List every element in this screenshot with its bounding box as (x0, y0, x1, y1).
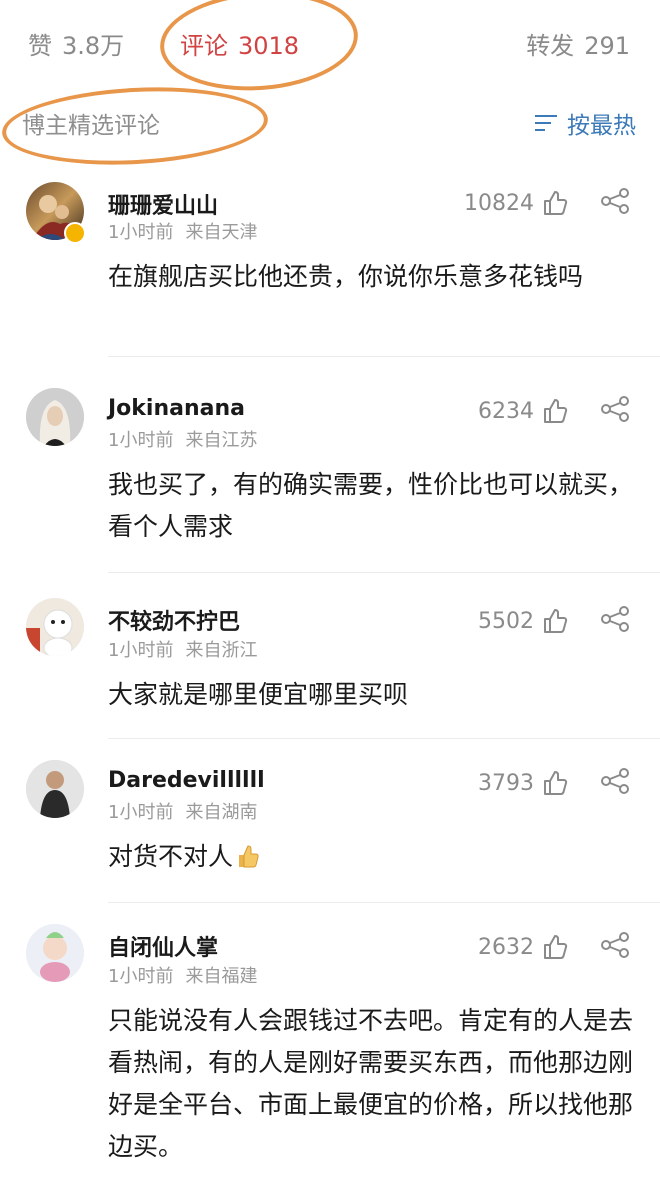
thumbs-up-icon (544, 191, 568, 215)
avatar[interactable] (26, 598, 84, 656)
thumbs-up-icon (544, 771, 568, 795)
share-icon[interactable] (600, 396, 630, 422)
comment-username[interactable]: 自闭仙人掌 (108, 930, 218, 962)
filter-bar: 博主精选评论 按最热 (0, 88, 660, 154)
sort-label: 按最热 (567, 113, 636, 139)
comment-meta: 1小时前 来自湖南 (108, 798, 257, 824)
tab-likes-count: 3.8万 (62, 32, 125, 60)
comment-body: 对货不对人 (108, 836, 638, 878)
tab-comments-label: 评论 (180, 32, 228, 60)
thumbs-up-emoji-icon (239, 845, 259, 868)
avatar[interactable] (26, 760, 84, 818)
comment-text: 对货不对人 (108, 842, 234, 871)
like-count: 3793 (478, 770, 534, 796)
comment-meta: 1小时前 来自天津 (108, 218, 257, 244)
verified-badge-icon (64, 222, 86, 244)
tab-comments[interactable]: 评论 3018 (180, 26, 299, 61)
share-icon[interactable] (600, 188, 630, 214)
like-count: 6234 (478, 398, 534, 424)
tab-likes-label: 赞 (28, 32, 52, 60)
thumbs-up-icon (544, 935, 568, 959)
tab-likes[interactable]: 赞 3.8万 (28, 26, 124, 61)
like-count: 5502 (478, 608, 534, 634)
comment-location: 来自湖南 (185, 802, 258, 823)
tab-reposts-count: 291 (584, 32, 630, 60)
comment-divider (108, 738, 660, 739)
like-button[interactable]: 10824 (464, 190, 568, 216)
share-icon[interactable] (600, 932, 630, 958)
comment-location: 来自福建 (185, 966, 258, 987)
comment-location: 来自江苏 (185, 430, 258, 451)
like-count: 10824 (464, 190, 534, 216)
comment-text: 只能说没有人会跟钱过不去吧。肯定有的人是去看热闹，有的人是刚好需要买东西，而他那… (108, 1006, 634, 1161)
like-button[interactable]: 2632 (478, 934, 568, 960)
comment-time: 1小时前 (108, 640, 174, 661)
comment-time: 1小时前 (108, 966, 174, 987)
thumbs-up-icon (544, 399, 568, 423)
comment-text: 我也买了，有的确实需要，性价比也可以就买，看个人需求 (108, 470, 634, 541)
comment-location: 来自天津 (185, 222, 258, 243)
comment-time: 1小时前 (108, 222, 174, 243)
comment-username[interactable]: Jokinanana (108, 396, 245, 421)
avatar-toy-image (26, 924, 84, 982)
thumbs-up-icon (544, 609, 568, 633)
comment-username[interactable]: 不较劲不拧巴 (108, 604, 240, 636)
avatar-portrait-image (26, 388, 84, 446)
tab-comments-count: 3018 (238, 32, 300, 60)
tab-reposts-label: 转发 (526, 32, 575, 60)
sort-button[interactable]: 按最热 (535, 106, 636, 140)
comment-text: 大家就是哪里便宜哪里买呗 (108, 680, 409, 709)
avatar-person-image (26, 760, 84, 818)
sort-icon (535, 113, 557, 133)
comment-username[interactable]: 珊珊爱山山 (108, 188, 218, 220)
avatar[interactable] (26, 924, 84, 982)
comment-meta: 1小时前 来自江苏 (108, 426, 257, 452)
comment-tabs: 赞 3.8万 评论 3018 转发 291 (0, 0, 660, 88)
comment-time: 1小时前 (108, 802, 174, 823)
avatar[interactable] (26, 388, 84, 446)
avatar-dog-image (26, 598, 84, 656)
comment-time: 1小时前 (108, 430, 174, 451)
comment-text: 在旗舰店买比他还贵，你说你乐意多花钱吗 (108, 262, 584, 291)
share-icon[interactable] (600, 768, 630, 794)
tab-reposts[interactable]: 转发 291 (526, 26, 630, 61)
comment-meta: 1小时前 来自浙江 (108, 636, 257, 662)
like-button[interactable]: 5502 (478, 608, 568, 634)
comment-location: 来自浙江 (185, 640, 258, 661)
comment-username[interactable]: Daredevillllll (108, 768, 265, 793)
like-button[interactable]: 3793 (478, 770, 568, 796)
like-count: 2632 (478, 934, 534, 960)
comment-divider (108, 356, 660, 357)
comment-divider (108, 902, 660, 903)
featured-comments-filter[interactable]: 博主精选评论 (22, 106, 160, 140)
share-icon[interactable] (600, 606, 630, 632)
comment-divider (108, 572, 660, 573)
like-button[interactable]: 6234 (478, 398, 568, 424)
comment-meta: 1小时前 来自福建 (108, 962, 257, 988)
